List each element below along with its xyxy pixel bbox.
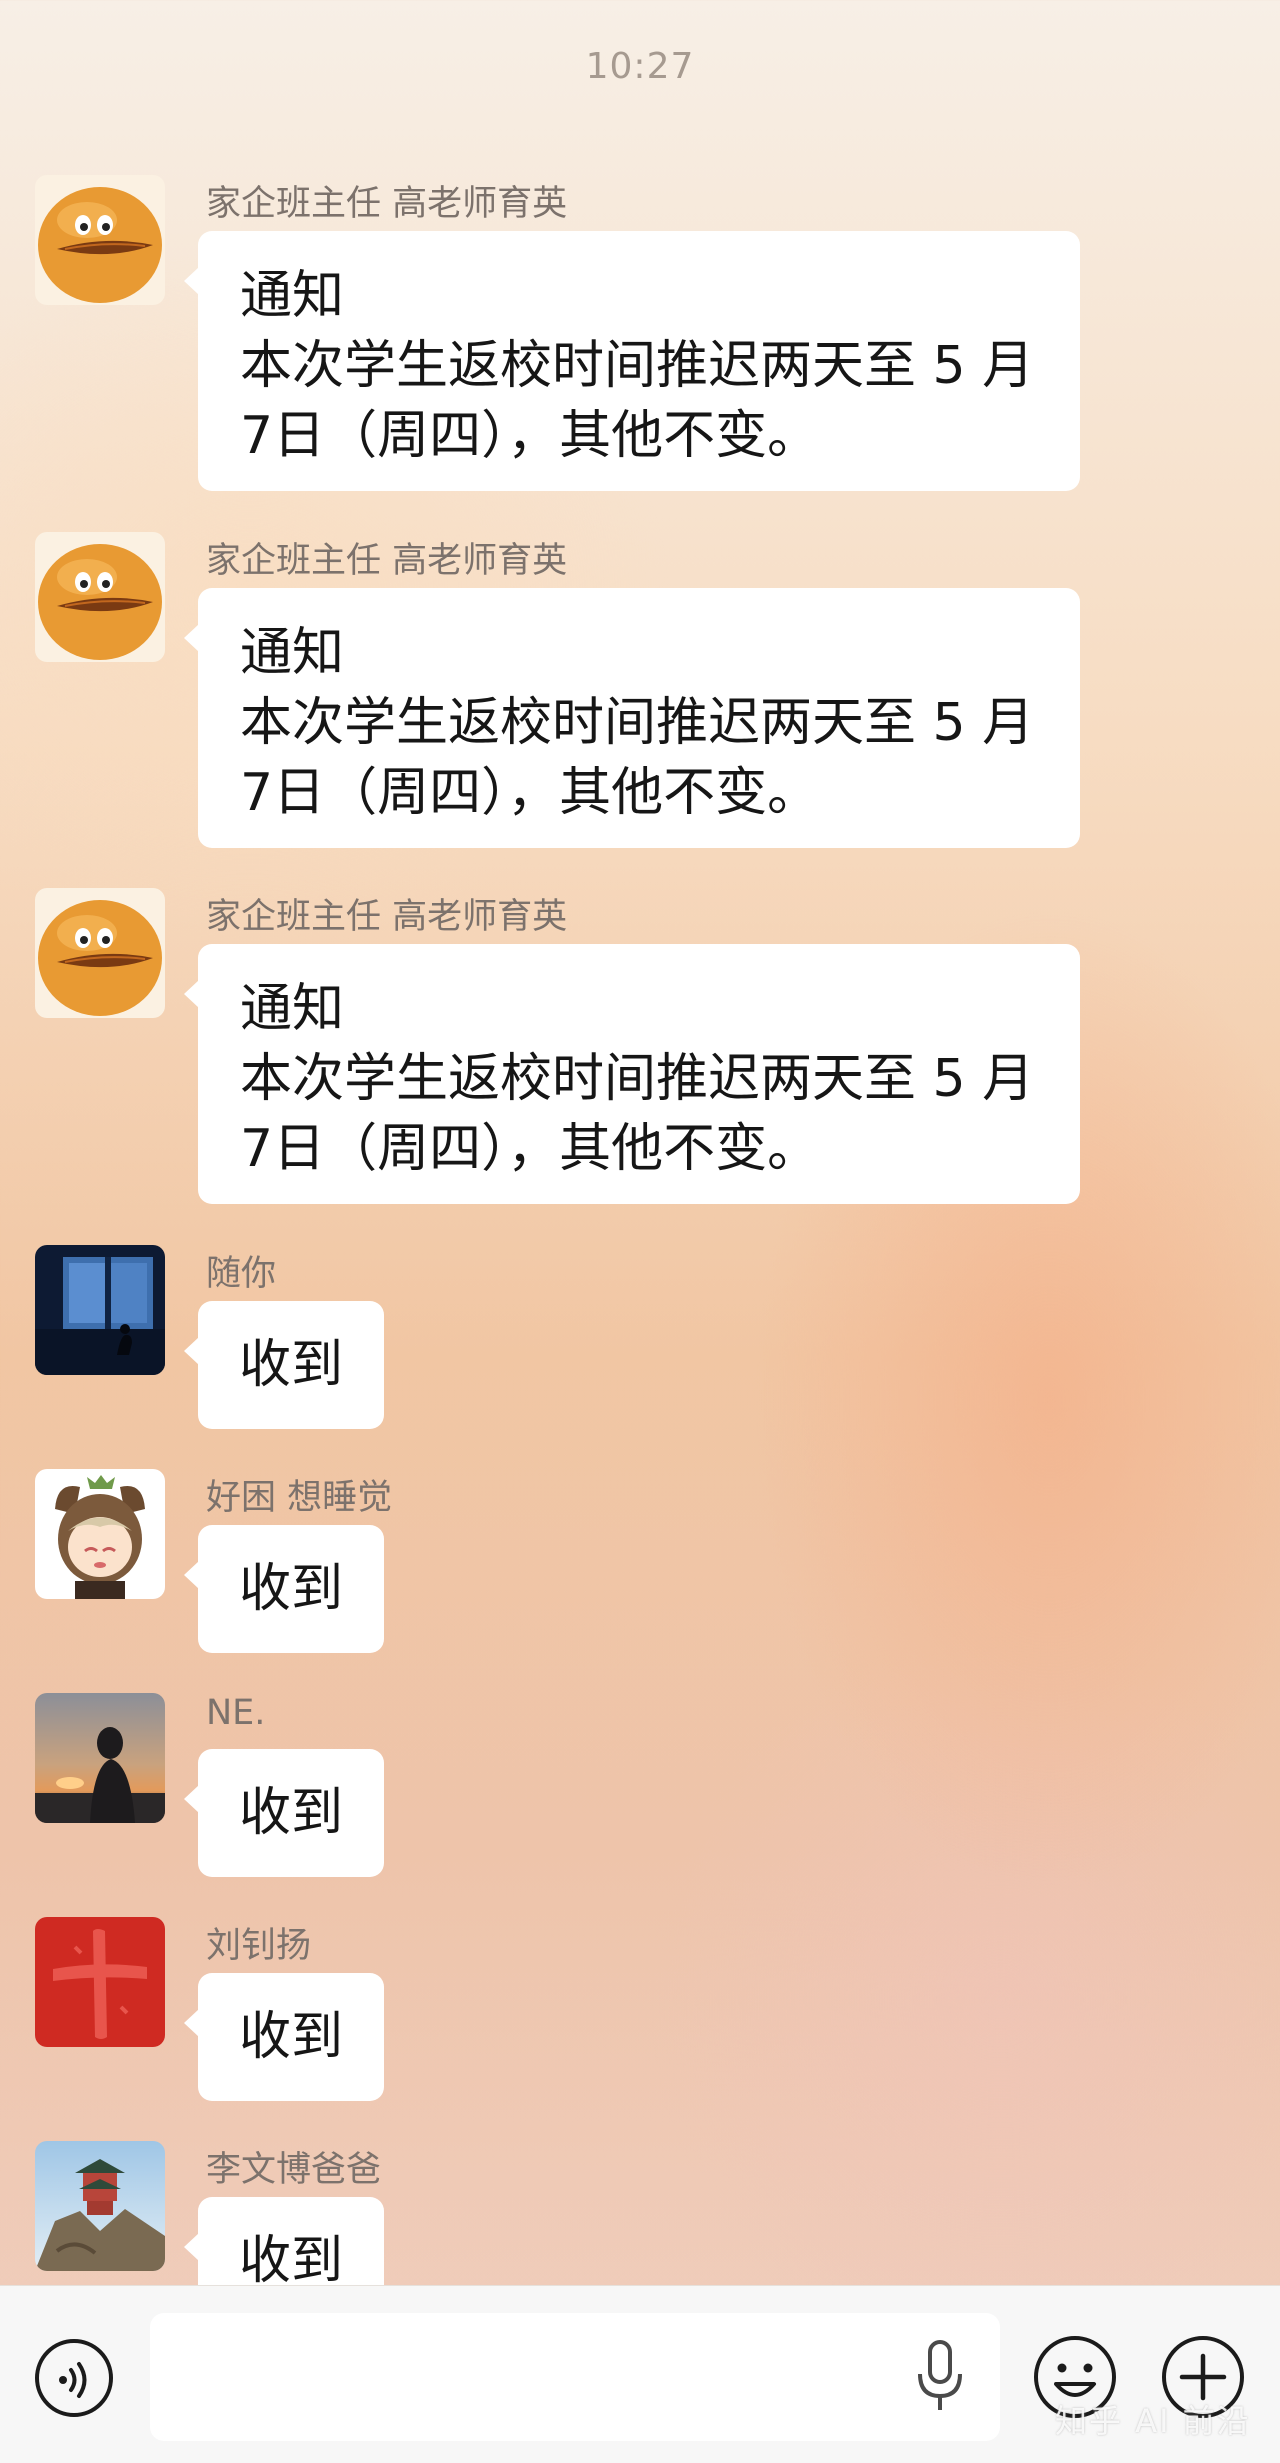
- red-cross-avatar-icon: [35, 1917, 165, 2047]
- sender-name: 家企班主任 高老师育英: [206, 541, 568, 581]
- message-bubble[interactable]: 通知 本次学生返校时间推迟两天至 5 月 7日（周四），其他不变。: [184, 944, 1080, 1204]
- message-bubble[interactable]: 收到: [184, 1973, 384, 2101]
- message-text: 收到: [238, 2007, 343, 2067]
- message-line: 7日（周四），其他不变。: [240, 763, 820, 823]
- message-bubble[interactable]: 通知 本次学生返校时间推迟两天至 5 月 7日（周四），其他不变。: [184, 588, 1080, 848]
- message-text: 收到: [238, 2231, 343, 2285]
- sender-avatar[interactable]: [35, 532, 165, 662]
- sender-name: 好困 想睡觉: [206, 1478, 393, 1518]
- message-line: 通知: [240, 266, 345, 326]
- sunset-silhouette-avatar-icon: [35, 1693, 165, 1823]
- message-bubble[interactable]: 通知 本次学生返校时间推迟两天至 5 月 7日（周四），其他不变。: [184, 231, 1080, 491]
- voice-icon: [35, 2339, 113, 2417]
- orange-smiley-avatar-icon: [35, 532, 165, 662]
- message-line: 7日（周四），其他不变。: [240, 406, 820, 466]
- message-text: 收到: [238, 1783, 343, 1843]
- watermark: 知乎 AI 前沿: [1055, 2402, 1251, 2440]
- sender-avatar[interactable]: [35, 1917, 165, 2047]
- message-line: 本次学生返校时间推迟两天至 5 月: [240, 693, 1035, 753]
- message-bubble[interactable]: 收到: [184, 1525, 384, 1653]
- mountain-temple-avatar-icon: [35, 2141, 165, 2271]
- orange-smiley-avatar-icon: [35, 888, 165, 1018]
- sender-name: 刘钊扬: [206, 1926, 312, 1966]
- message-input[interactable]: [150, 2313, 1000, 2441]
- sender-name: 李文博爸爸: [206, 2150, 382, 2190]
- chat-message-list[interactable]: 家企班主任 高老师育英 通知 本次学生返校时间推迟两天至 5 月 7日（周四），…: [0, 0, 1280, 2285]
- sender-avatar[interactable]: [35, 1245, 165, 1375]
- sender-name: 家企班主任 高老师育英: [206, 184, 568, 224]
- message-line: 通知: [240, 623, 345, 683]
- sender-avatar[interactable]: [35, 888, 165, 1018]
- sender-avatar[interactable]: [35, 175, 165, 305]
- anime-character-avatar-icon: [35, 1469, 165, 1599]
- voice-input-button[interactable]: [910, 2336, 970, 2416]
- chat-input-bar: 知乎 AI 前沿: [0, 2285, 1280, 2463]
- message-text: 收到: [238, 1335, 343, 1395]
- sender-avatar[interactable]: [35, 1693, 165, 1823]
- message-line: 本次学生返校时间推迟两天至 5 月: [240, 336, 1035, 396]
- voice-mode-button[interactable]: [33, 2337, 115, 2419]
- message-line: 7日（周四），其他不变。: [240, 1119, 820, 1179]
- sender-name: NE.: [206, 1693, 266, 1733]
- orange-smiley-avatar-icon: [35, 175, 165, 305]
- sender-avatar[interactable]: [35, 1469, 165, 1599]
- message-line: 本次学生返校时间推迟两天至 5 月: [240, 1049, 1035, 1109]
- sender-avatar[interactable]: [35, 2141, 165, 2271]
- message-bubble[interactable]: 收到: [184, 2197, 384, 2285]
- night-window-avatar-icon: [35, 1245, 165, 1375]
- sender-name: 家企班主任 高老师育英: [206, 897, 568, 937]
- microphone-icon: [918, 2340, 962, 2410]
- message-bubble[interactable]: 收到: [184, 1301, 384, 1429]
- message-line: 通知: [240, 979, 345, 1039]
- sender-name: 随你: [206, 1254, 277, 1294]
- message-bubble[interactable]: 收到: [184, 1749, 384, 1877]
- message-text: 收到: [238, 1559, 343, 1619]
